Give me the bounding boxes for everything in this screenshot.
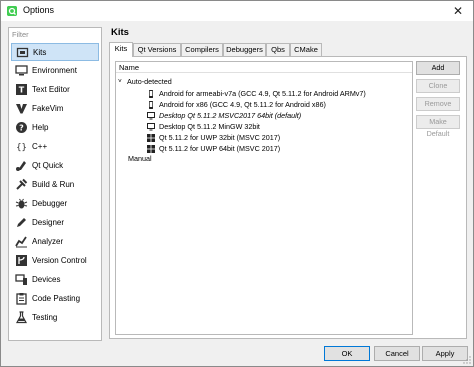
sidebar-item-label: Analyzer [32, 237, 64, 246]
chart-icon [15, 236, 27, 248]
sidebar: Kits Environment T Text Editor FakeVim ?… [8, 41, 102, 341]
bug-icon [15, 198, 28, 209]
text-editor-icon: T [16, 84, 27, 95]
make-default-button[interactable]: Make Default [416, 115, 460, 138]
pen-icon [17, 218, 26, 227]
sidebar-item-label: Kits [33, 48, 47, 57]
sidebar-item-help[interactable]: ? Help [11, 119, 99, 137]
title-bar: Options ✕ [1, 1, 473, 21]
sidebar-item-version-control[interactable]: Version Control [11, 252, 99, 270]
tree-group-manual[interactable]: Manual [128, 154, 152, 164]
version-control-icon [16, 255, 27, 266]
svg-text:{}: {} [16, 143, 27, 153]
tree-group-auto-detected[interactable]: ˅ Auto-detected [116, 77, 316, 87]
sidebar-item-label: Designer [32, 218, 65, 227]
close-icon[interactable]: ✕ [443, 1, 473, 21]
tree-row-kit[interactable]: Android for armeabi-v7a (GCC 4.9, Qt 5.1… [149, 89, 366, 99]
tree-row-kit[interactable]: Desktop Qt 5.11.2 MSVC2017 64bit (defaul… [147, 111, 302, 121]
sidebar-item-devices[interactable]: Devices [11, 271, 99, 289]
tab-compilers[interactable]: Compilers [181, 43, 223, 56]
page-title: Kits [111, 27, 129, 38]
tree-row-kit[interactable]: Android for x86 (GCC 4.9, Qt 5.11.2 for … [149, 100, 326, 110]
kit-label: Desktop Qt 5.11.2 MinGW 32bit [159, 122, 260, 131]
sidebar-item-label: Version Control [32, 256, 87, 265]
ok-button[interactable]: OK [324, 346, 370, 361]
help-icon: ? [16, 122, 27, 133]
tab-cmake[interactable]: CMake [290, 43, 322, 56]
qt-creator-icon [7, 6, 17, 16]
svg-text:?: ? [19, 124, 24, 133]
sidebar-item-designer[interactable]: Designer [11, 214, 99, 232]
sidebar-item-debugger[interactable]: Debugger [11, 195, 99, 213]
tree-group-label: Auto-detected [127, 77, 172, 86]
tab-kits[interactable]: Kits [109, 42, 133, 57]
sidebar-item-cpp[interactable]: {} C++ [11, 138, 99, 156]
clone-button[interactable]: Clone [416, 79, 460, 93]
sidebar-item-label: C++ [32, 142, 48, 151]
kit-label: Android for armeabi-v7a (GCC 4.9, Qt 5.1… [159, 89, 366, 98]
sidebar-item-environment[interactable]: Environment [11, 62, 99, 80]
tab-qbs[interactable]: Qbs [266, 43, 290, 56]
sidebar-item-analyzer[interactable]: Analyzer [11, 233, 99, 251]
remove-button[interactable]: Remove [416, 97, 460, 111]
add-button[interactable]: Add [416, 61, 460, 75]
resize-grip-icon[interactable] [463, 356, 471, 364]
svg-text:T: T [19, 86, 25, 95]
kit-label: Android for x86 (GCC 4.9, Qt 5.11.2 for … [159, 100, 326, 109]
clipboard-icon [16, 293, 27, 305]
braces-icon: {} [16, 143, 27, 153]
kit-label: Desktop Qt 5.11.2 MSVC2017 64bit (defaul… [159, 111, 302, 120]
sidebar-item-testing[interactable]: Testing [11, 309, 99, 327]
windows-icon [147, 134, 155, 142]
kit-label: Qt 5.11.2 for UWP 64bit (MSVC 2017) [159, 144, 281, 153]
fakevim-icon [16, 104, 27, 114]
cancel-button[interactable]: Cancel [374, 346, 420, 361]
tree-group-label: Manual [128, 154, 152, 163]
desktop-icon [147, 123, 155, 131]
sidebar-item-label: Testing [32, 313, 58, 322]
testing-icon [15, 311, 28, 324]
devices-icon [15, 274, 27, 285]
sidebar-item-text-editor[interactable]: T Text Editor [11, 81, 99, 99]
desktop-icon [147, 112, 155, 120]
kits-tree[interactable]: Name ˅ Auto-detected Android for armeabi… [115, 61, 413, 335]
sidebar-item-label: FakeVim [32, 104, 64, 113]
sidebar-item-kits[interactable]: Kits [11, 43, 99, 61]
monitor-icon [15, 65, 28, 76]
filter-input[interactable] [8, 27, 102, 42]
windows-icon [147, 145, 155, 153]
sidebar-item-label: Debugger [32, 199, 68, 208]
kits-tab-panel: Name ˅ Auto-detected Android for armeabi… [109, 56, 467, 339]
android-device-icon [149, 90, 153, 98]
sidebar-item-fakevim[interactable]: FakeVim [11, 100, 99, 118]
android-device-icon [149, 101, 153, 109]
apply-button[interactable]: Apply [422, 346, 468, 361]
tree-row-kit[interactable]: Qt 5.11.2 for UWP 64bit (MSVC 2017) [147, 144, 281, 154]
tab-debuggers[interactable]: Debuggers [223, 43, 266, 56]
qt-quick-icon [16, 161, 26, 171]
sidebar-item-label: Qt Quick [32, 161, 64, 170]
sidebar-item-label: Environment [32, 66, 77, 75]
sidebar-item-code-pasting[interactable]: Code Pasting [11, 290, 99, 308]
sidebar-item-qt-quick[interactable]: Qt Quick [11, 157, 99, 175]
sidebar-item-label: Build & Run [32, 180, 75, 189]
sidebar-item-label: Help [32, 123, 49, 132]
chevron-down-icon[interactable]: ˅ [118, 77, 122, 87]
kit-label: Qt 5.11.2 for UWP 32bit (MSVC 2017) [159, 133, 281, 142]
window-title: Options [23, 5, 55, 15]
options-window: Options ✕ Kits Environment T Text Editor… [0, 0, 474, 367]
tree-row-kit[interactable]: Qt 5.11.2 for UWP 32bit (MSVC 2017) [147, 133, 281, 143]
tab-qt-versions[interactable]: Qt Versions [133, 43, 181, 56]
sidebar-item-label: Code Pasting [32, 294, 81, 303]
sidebar-item-build-run[interactable]: Build & Run [11, 176, 99, 194]
sidebar-item-label: Devices [32, 275, 61, 284]
tree-header-name[interactable]: Name [116, 62, 412, 73]
sidebar-item-label: Text Editor [32, 85, 70, 94]
tree-row-kit[interactable]: Desktop Qt 5.11.2 MinGW 32bit [147, 122, 260, 132]
build-run-icon [16, 178, 28, 190]
kits-icon [16, 47, 29, 58]
